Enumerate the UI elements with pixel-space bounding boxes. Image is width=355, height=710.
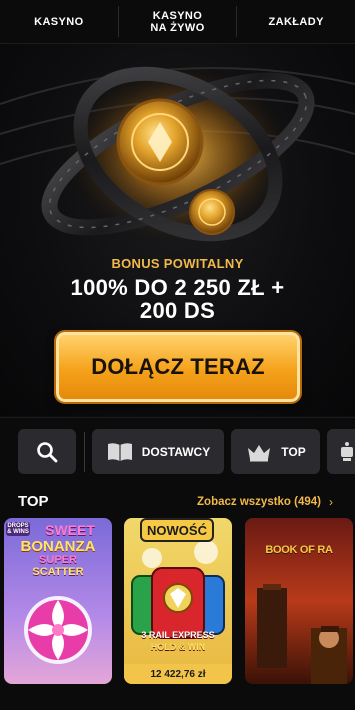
top-filter[interactable]: TOP — [231, 429, 320, 474]
filter-divider — [84, 432, 85, 472]
hero-chip-artwork — [0, 59, 355, 249]
see-all-link[interactable]: Zobacz wszystko (494) — [197, 496, 321, 508]
join-now-button[interactable]: DOŁĄCZ TERAZ — [56, 332, 300, 402]
robot-icon — [341, 441, 353, 461]
rail-express-artwork — [124, 518, 232, 684]
game-title-line4: SCATTER — [32, 566, 84, 578]
nav-sports-betting[interactable]: ZAKŁADY — [237, 0, 355, 43]
search-icon — [37, 441, 58, 462]
game-card-sweet-bonanza[interactable]: DROPS & WINS SWEET BONANZA SUPER SCATTER — [4, 518, 112, 684]
book-icon — [107, 442, 132, 461]
game-title-line1: SWEET — [45, 522, 95, 538]
game-title-line2: HOLD & WIN — [150, 642, 206, 652]
bonus-label: BONUS POWITALNY — [111, 256, 244, 271]
nav-live-casino[interactable]: KASYNO NA ŻYWO — [119, 0, 237, 43]
game-title-line1: 3 RAIL EXPRESS — [141, 630, 215, 640]
game-title-line3: SUPER — [39, 554, 77, 566]
new-badge: NOWOŚĆ — [140, 518, 214, 542]
jackpot-amount: 12 422,76 zł — [124, 664, 232, 684]
nav-live-casino-label: KASYNO NA ŻYWO — [150, 9, 205, 34]
game-title-line2: BONANZA — [20, 538, 96, 555]
top-section-title: TOP — [18, 493, 49, 510]
welcome-bonus-hero: BONUS POWITALNY 100% DO 2 250 ZŁ + 200 D… — [0, 44, 355, 416]
nav-casino-label: KASYNO — [34, 15, 84, 28]
nav-casino[interactable]: KASYNO — [0, 0, 118, 43]
bonus-offer: 100% DO 2 250 ZŁ + 200 DS — [70, 275, 285, 323]
crown-icon — [248, 444, 271, 461]
book-of-ra-artwork — [245, 518, 353, 684]
search-button[interactable] — [18, 429, 76, 474]
drops-wins-tag: DROPS & WINS — [6, 522, 30, 536]
more-filter-chip[interactable] — [327, 429, 355, 474]
next-section-strip — [0, 696, 355, 710]
providers-label: DOSTAWCY — [141, 444, 211, 459]
game-filter-bar: DOSTAWCY TOP — [0, 417, 355, 485]
game-card-3-rail-express[interactable]: NOWOŚĆ 3 RAIL EXPRESS HOLD & WIN 12 422,… — [124, 518, 232, 684]
game-card-book-of-ra[interactable]: BOOK OF RA — [245, 518, 353, 684]
providers-filter[interactable]: DOSTAWCY — [92, 429, 224, 474]
top-filter-label: TOP — [281, 444, 306, 459]
top-navigation: KASYNO KASYNO NA ŻYWO ZAKŁADY — [0, 0, 355, 44]
nav-betting-label: ZAKŁADY — [268, 15, 324, 28]
game-title: BOOK OF RA — [265, 544, 333, 556]
chevron-right-icon: › — [329, 495, 333, 509]
